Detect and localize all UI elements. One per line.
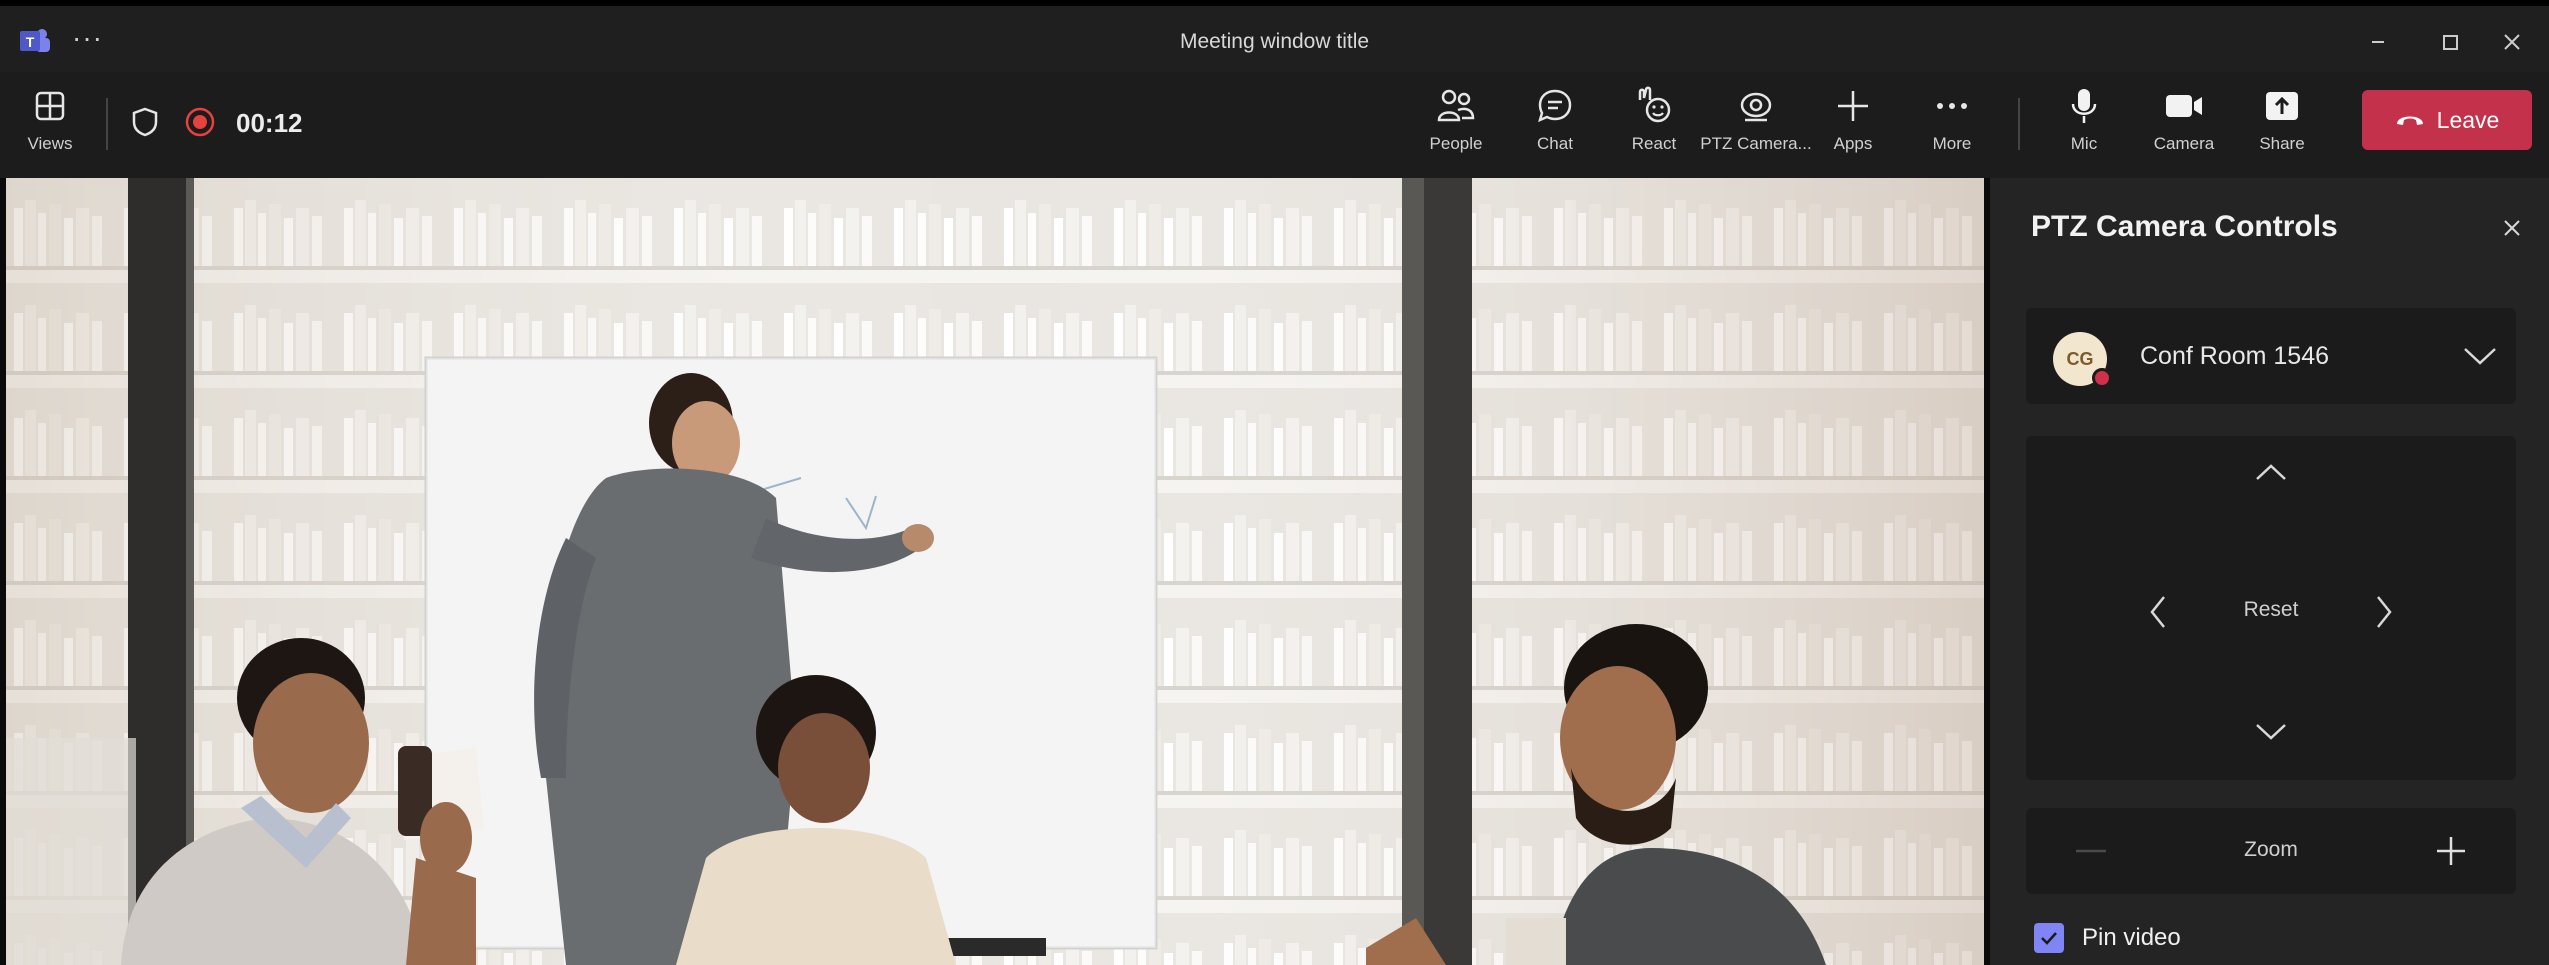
leave-button[interactable]: Leave — [2362, 90, 2532, 150]
video-scene-image — [6, 178, 1984, 965]
chevron-down-icon — [2458, 334, 2502, 378]
share-icon — [2262, 86, 2302, 126]
more-icon — [1932, 86, 1972, 126]
hang-up-icon — [2395, 107, 2425, 134]
pin-video-label: Pin video — [2082, 924, 2181, 951]
ptz-camera-button[interactable]: PTZ Camera... — [1700, 86, 1812, 166]
window-title: Meeting window title — [1179, 30, 1370, 53]
camera-icon — [2164, 86, 2204, 126]
people-button[interactable]: People — [1426, 86, 1486, 166]
meeting-video[interactable] — [6, 178, 1984, 965]
room-dropdown[interactable]: CG Conf Room 1546 — [2026, 308, 2516, 404]
panel-close-button[interactable] — [2492, 208, 2532, 248]
share-label: Share — [2259, 134, 2305, 153]
ptz-camera-icon — [1736, 86, 1776, 126]
more-button[interactable]: More — [1924, 86, 1980, 166]
close-window-button[interactable] — [2482, 20, 2542, 64]
chevron-right-icon — [2377, 596, 2392, 628]
react-label: React — [1631, 134, 1677, 153]
maximize-button[interactable] — [2420, 20, 2480, 64]
chevron-up-icon — [2256, 464, 2286, 480]
ptz-camera-panel: PTZ Camera Controls CG Conf Room 1546 Re… — [1990, 178, 2549, 965]
chat-button[interactable]: Chat — [1527, 86, 1583, 166]
pin-video-option[interactable]: Pin video — [2034, 923, 2181, 953]
more-label: More — [1932, 134, 1972, 153]
leave-label: Leave — [2436, 106, 2500, 133]
toolbar-divider — [2018, 98, 2020, 150]
meeting-toolbar: Views 00:12 People Chat React PTZ Camera… — [0, 72, 2549, 178]
pin-video-checkbox[interactable] — [2034, 923, 2064, 953]
plus-icon — [1833, 86, 1873, 126]
apps-label: Apps — [1833, 134, 1873, 153]
reset-button[interactable]: Reset — [2026, 598, 2516, 622]
mic-label: Mic — [2070, 134, 2098, 153]
close-icon — [2504, 220, 2520, 236]
chat-label: Chat — [1537, 134, 1573, 153]
meeting-timer: 00:12 — [236, 108, 303, 138]
panel-title: PTZ Camera Controls — [2031, 210, 2338, 243]
camera-label: Camera — [2153, 134, 2215, 153]
status-badge — [2092, 368, 2112, 388]
views-button[interactable]: Views — [24, 86, 76, 166]
ptz-camera-label: PTZ Camera... — [1700, 134, 1812, 153]
check-icon — [2041, 932, 2057, 945]
zoom-control: Zoom — [2026, 808, 2516, 894]
tilt-up-button[interactable] — [2241, 442, 2301, 502]
camera-button[interactable]: Camera — [2150, 86, 2218, 166]
chat-icon — [1535, 86, 1575, 126]
plus-icon — [2437, 837, 2465, 865]
mic-icon — [2064, 86, 2104, 126]
pan-right-button[interactable] — [2354, 582, 2414, 642]
views-label: Views — [27, 134, 73, 153]
toolbar-divider — [106, 98, 108, 150]
views-grid-icon — [30, 86, 70, 126]
ptz-direction-pad: Reset — [2026, 436, 2516, 780]
react-icon — [1634, 86, 1674, 126]
title-bar: T ··· Meeting window title — [0, 0, 2549, 72]
zoom-in-button[interactable] — [2421, 821, 2481, 881]
minimize-button[interactable] — [2348, 20, 2408, 64]
people-icon — [1436, 86, 1476, 126]
share-button[interactable]: Share — [2254, 86, 2310, 166]
shield-icon — [130, 106, 160, 143]
room-name: Conf Room 1546 — [2140, 342, 2330, 370]
people-label: People — [1429, 134, 1483, 153]
mic-button[interactable]: Mic — [2056, 86, 2112, 166]
react-button[interactable]: React — [1626, 86, 1682, 166]
apps-button[interactable]: Apps — [1825, 86, 1881, 166]
chevron-down-icon — [2256, 724, 2286, 740]
recording-icon — [184, 106, 216, 143]
tilt-down-button[interactable] — [2241, 702, 2301, 762]
